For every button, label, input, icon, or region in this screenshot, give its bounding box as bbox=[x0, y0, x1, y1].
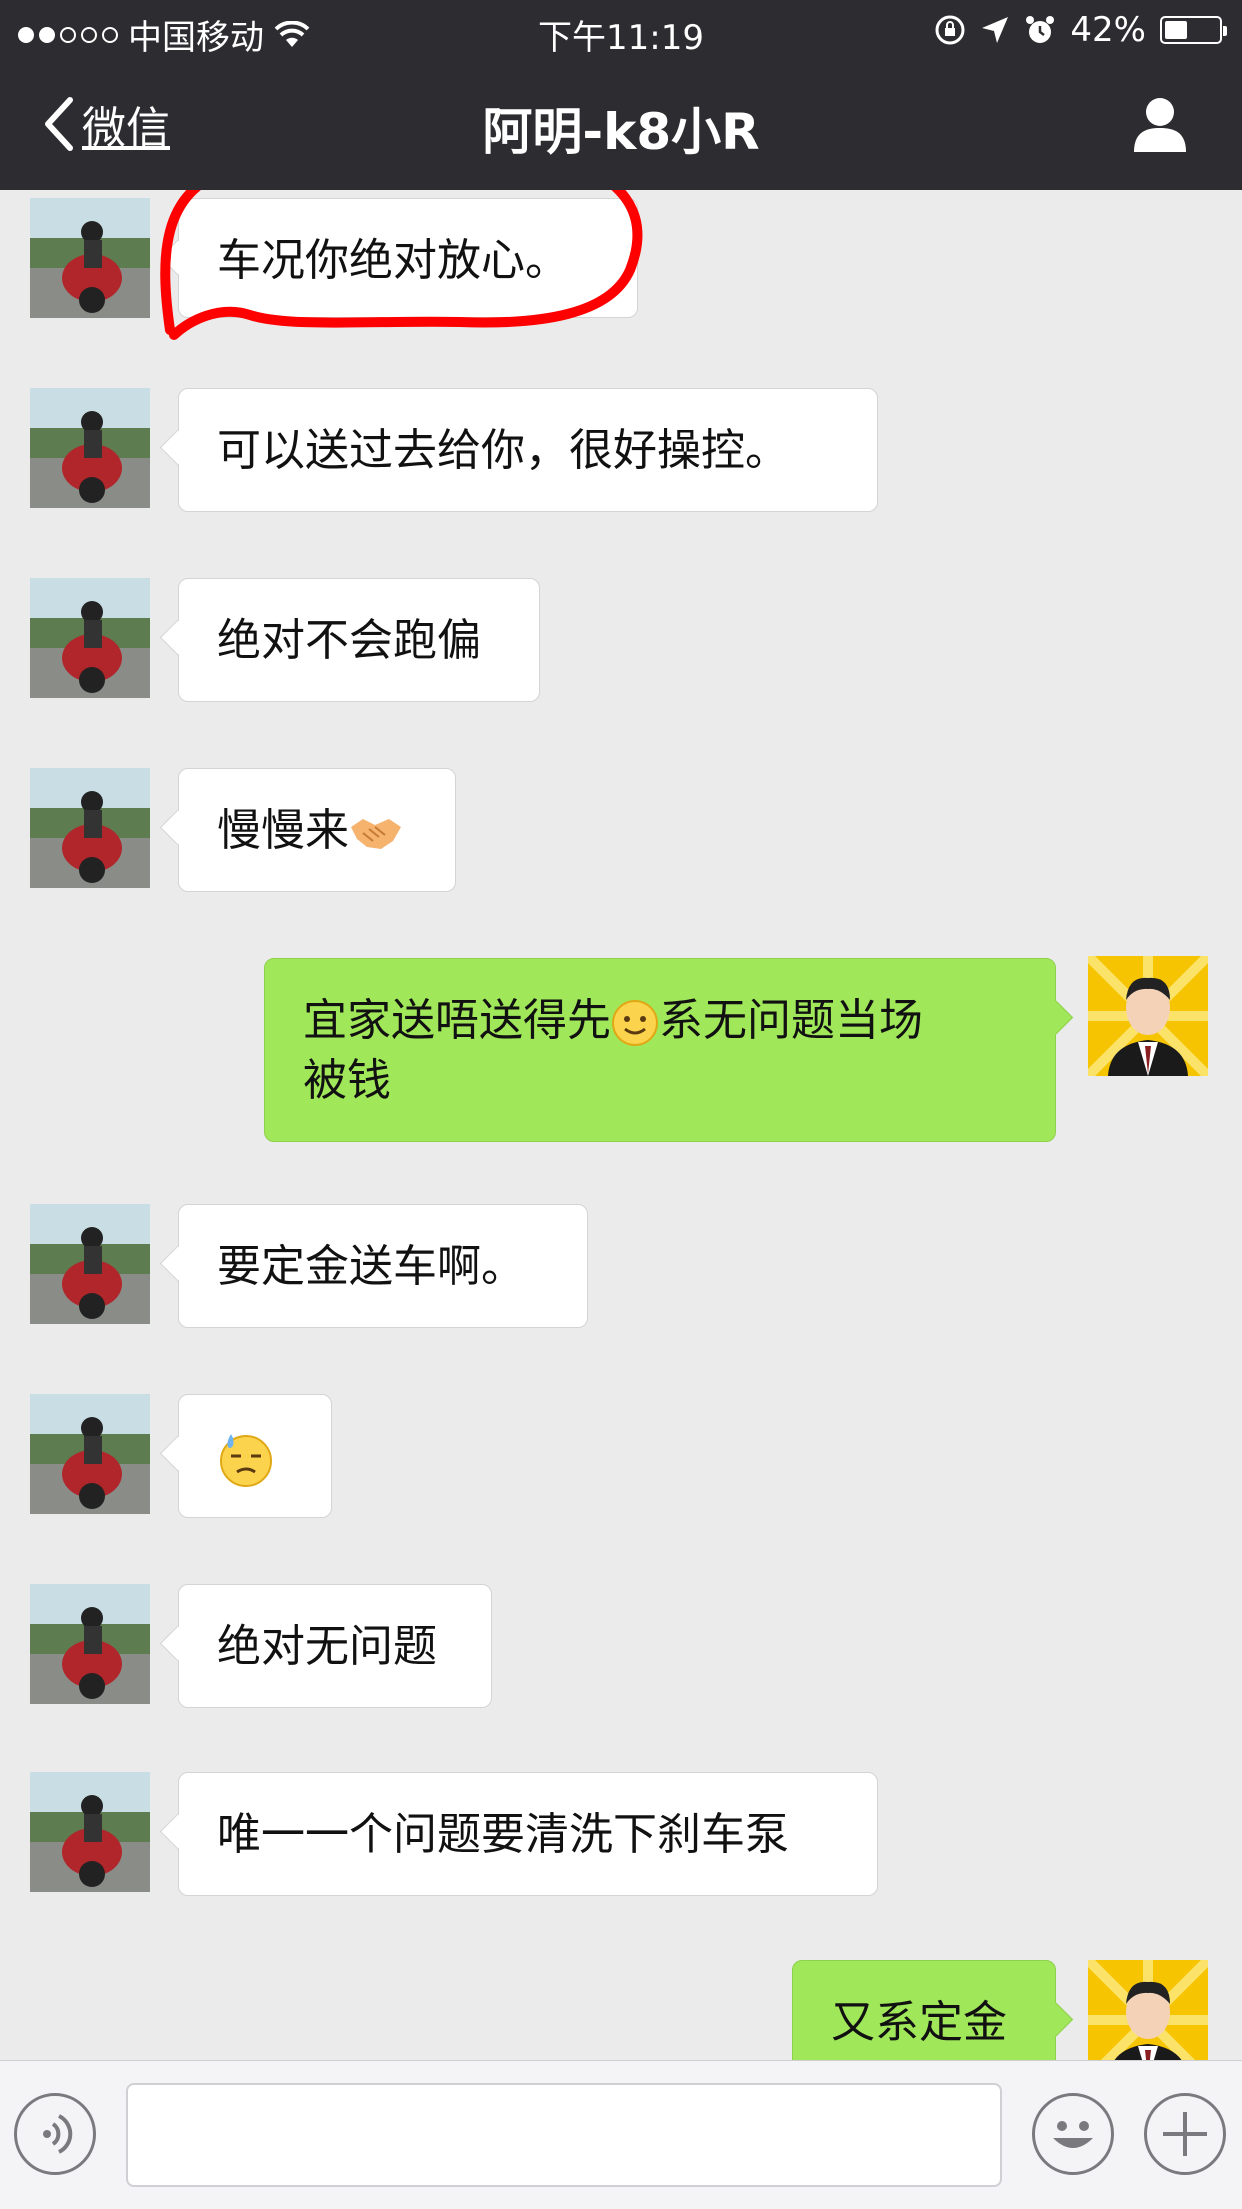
location-icon bbox=[982, 17, 1009, 43]
message-bubble[interactable]: 车况你绝对放心。 bbox=[178, 198, 638, 318]
motorcycle-rider-avatar[interactable] bbox=[30, 1772, 150, 1892]
message-bubble[interactable]: 可以送过去给你，很好操控。 bbox=[178, 388, 878, 512]
handshake-emoji bbox=[351, 819, 401, 849]
boy-portrait-avatar[interactable] bbox=[1088, 956, 1208, 1076]
message-bubble[interactable]: 绝对不会跑偏 bbox=[178, 578, 540, 702]
input-bar bbox=[0, 2060, 1242, 2209]
motorcycle-rider-avatar[interactable] bbox=[30, 1204, 150, 1324]
battery-icon bbox=[1160, 16, 1227, 44]
motorcycle-rider-avatar[interactable] bbox=[30, 578, 150, 698]
more-button[interactable] bbox=[1144, 2093, 1226, 2175]
message-text: 车况你绝对放心。 bbox=[217, 235, 569, 286]
motorcycle-rider-avatar[interactable] bbox=[30, 1394, 150, 1514]
message-text: 可以送过去给你，很好操控。 bbox=[217, 425, 789, 476]
message-text: 绝对不会跑偏 bbox=[217, 615, 481, 666]
message-input[interactable] bbox=[126, 2083, 1002, 2187]
emoji-button[interactable] bbox=[1032, 2093, 1114, 2175]
status-bar: 中国移动 下午11:19 42% bbox=[0, 0, 1242, 62]
motorcycle-rider-avatar[interactable] bbox=[30, 768, 150, 888]
emoji-face-icon bbox=[1053, 2121, 1093, 2148]
message-bubble[interactable]: 又系定金 bbox=[792, 1960, 1056, 2060]
message-bubble[interactable]: 要定金送车啊。 bbox=[178, 1204, 588, 1328]
chat-area[interactable]: 车况你绝对放心。 可以送过去给你，很好操控。 绝对不会跑偏 慢慢来 宜家送唔送得… bbox=[0, 190, 1242, 2060]
motorcycle-rider-avatar[interactable] bbox=[30, 388, 150, 508]
chat-title: 阿明-k8小R bbox=[482, 103, 760, 161]
alarm-icon bbox=[1026, 16, 1055, 43]
profile-icon[interactable] bbox=[1130, 94, 1190, 154]
boy-portrait-avatar[interactable] bbox=[1088, 1960, 1208, 2060]
orientation-lock-icon bbox=[935, 15, 965, 45]
message-text: 唯一一个问题要清洗下刹车泵 bbox=[217, 1809, 789, 1860]
plus-icon bbox=[1163, 2112, 1207, 2156]
voice-icon bbox=[43, 2114, 73, 2154]
message-text: 慢慢来 bbox=[217, 805, 349, 856]
message-bubble[interactable]: 绝对无问题 bbox=[178, 1584, 492, 1708]
smile-emoji bbox=[612, 1000, 658, 1046]
battery-percent: 42% bbox=[1070, 10, 1146, 50]
motorcycle-rider-avatar[interactable] bbox=[30, 1584, 150, 1704]
voice-button[interactable] bbox=[14, 2093, 96, 2175]
message-text: 又系定金 bbox=[831, 1997, 1007, 2048]
message-text: 绝对无问题 bbox=[217, 1621, 437, 1672]
message-bubble[interactable]: 慢慢来 bbox=[178, 768, 456, 892]
message-bubble[interactable]: 宜家送唔送得先 系无问题当场 被钱 bbox=[264, 958, 1056, 1142]
message-text: 被钱 bbox=[303, 1055, 391, 1106]
message-text: 要定金送车啊。 bbox=[217, 1241, 525, 1292]
nav-bar: 微信 阿明-k8小R bbox=[0, 62, 1242, 190]
message-bubble[interactable]: 唯一一个问题要清洗下刹车泵 bbox=[178, 1772, 878, 1896]
sweat-emoji bbox=[220, 1434, 272, 1487]
message-bubble[interactable] bbox=[178, 1394, 332, 1518]
message-text: 宜家送唔送得先 bbox=[303, 995, 611, 1046]
motorcycle-rider-avatar[interactable] bbox=[30, 198, 150, 318]
message-text: 系无问题当场 bbox=[659, 995, 923, 1046]
battery-fill bbox=[1165, 21, 1187, 39]
